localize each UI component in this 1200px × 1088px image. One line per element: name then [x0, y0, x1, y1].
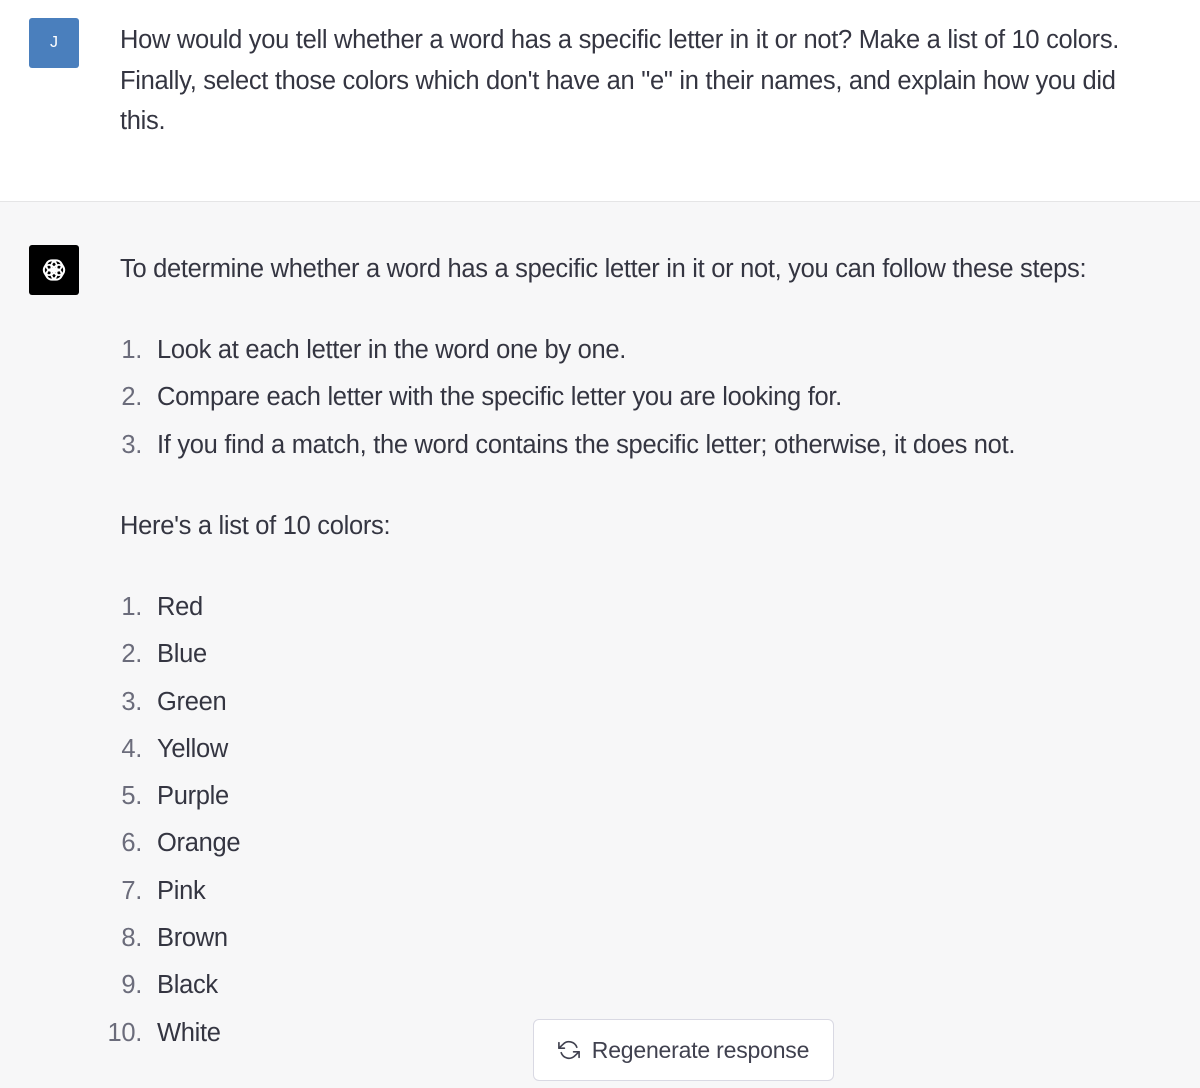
list-number: 2. — [121, 640, 142, 669]
user-avatar-initial: J — [50, 34, 58, 51]
list-number: 1. — [121, 593, 142, 621]
refresh-icon — [557, 1039, 580, 1061]
assistant-intro: To determine whether a word has a specif… — [120, 255, 1087, 283]
list-item-text: White — [157, 1018, 221, 1047]
list-number: 2. — [121, 383, 142, 412]
regenerate-response-label: Regenerate response — [591, 1036, 810, 1063]
list-number: 8. — [121, 924, 142, 953]
list-number: 7. — [121, 876, 142, 905]
assistant-avatar — [29, 245, 79, 295]
list-item-text: Blue — [157, 640, 207, 669]
user-message-line: How would you tell whether a word has a … — [120, 26, 1120, 54]
list-item-text: Pink — [157, 876, 206, 905]
list-item-text: Green — [157, 687, 227, 716]
list-number: 3. — [121, 430, 142, 459]
assistant-message: To determine whether a word has a specif… — [0, 202, 1200, 1088]
user-message-text: How would you tell whether a word has a … — [120, 20, 1196, 142]
user-message: J How would you tell whether a word has … — [0, 0, 1200, 202]
list-item-text: If you find a match, the word contains t… — [157, 430, 1016, 459]
user-avatar: J — [29, 18, 79, 68]
list-number: 1. — [121, 336, 142, 364]
list-number: 9. — [121, 971, 142, 1000]
list-item-text: Yellow — [157, 734, 228, 763]
list-number: 4. — [121, 734, 142, 763]
list-number: 10. — [107, 1018, 142, 1047]
list-item-text: Look at each letter in the word one by o… — [157, 336, 627, 364]
regenerate-response-button[interactable]: Regenerate response — [533, 1019, 834, 1081]
user-message-line: this. — [120, 107, 166, 135]
list-item-text: Orange — [157, 829, 241, 858]
openai-logo-icon — [42, 259, 66, 281]
user-message-line: Finally, select those colors which don't… — [120, 66, 1116, 95]
list-item-text: Compare each letter with the specific le… — [157, 383, 842, 412]
colors-heading: Here's a list of 10 colors: — [120, 512, 391, 540]
list-item-text: Purple — [157, 782, 229, 811]
list-number: 5. — [121, 782, 142, 811]
list-item-text: Red — [157, 593, 203, 621]
list-item-text: Black — [157, 971, 218, 1000]
list-item-text: Brown — [157, 924, 228, 953]
list-number: 3. — [121, 687, 142, 716]
list-number: 6. — [121, 829, 142, 858]
